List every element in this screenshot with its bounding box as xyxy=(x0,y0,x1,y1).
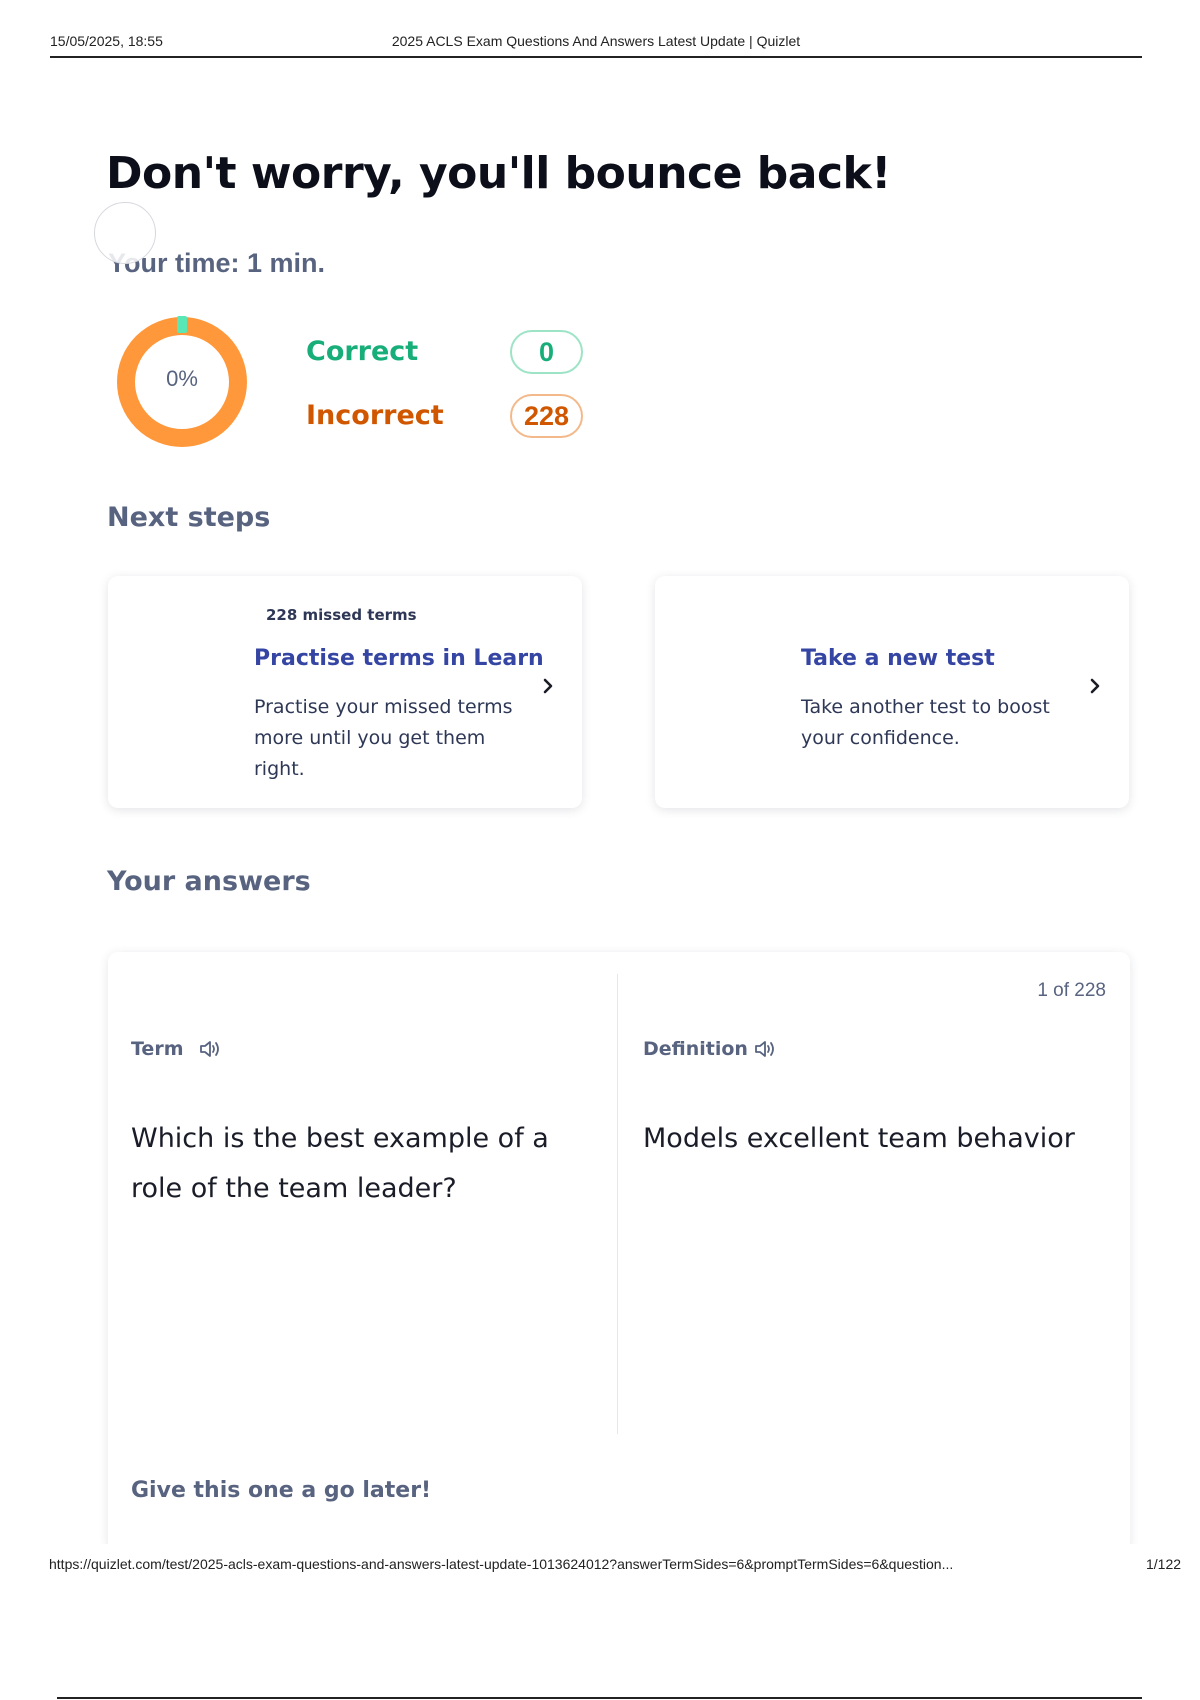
missed-terms-count: 228 missed terms xyxy=(266,606,417,624)
term-text: Which is the best example of a role of t… xyxy=(131,1123,549,1204)
page-title: Don't worry, you'll bounce back! xyxy=(106,148,891,199)
audio-icon[interactable] xyxy=(753,1038,777,1060)
correct-label: Correct xyxy=(306,336,419,367)
donut-correct-marker xyxy=(177,316,187,333)
card-divider xyxy=(617,974,618,1434)
incorrect-label: Incorrect xyxy=(306,400,444,431)
page-url: https://quizlet.com/test/2025-acls-exam-… xyxy=(49,1556,954,1572)
definition-label: Definition xyxy=(643,1038,748,1060)
audio-icon[interactable] xyxy=(198,1038,222,1060)
loading-spinner xyxy=(94,202,156,264)
print-title: 2025 ACLS Exam Questions And Answers Lat… xyxy=(391,33,801,49)
term-label: Term xyxy=(131,1038,184,1060)
practise-in-learn-title: Practise terms in Learn xyxy=(254,646,544,671)
incorrect-count-badge: 228 xyxy=(510,394,583,438)
next-steps-heading: Next steps xyxy=(107,502,271,533)
footer-rule xyxy=(57,1697,1142,1699)
page-number: 1/122 xyxy=(1146,1556,1182,1572)
print-header: 15/05/2025, 18:55 2025 ACLS Exam Questio… xyxy=(50,32,1142,58)
correct-count-badge: 0 xyxy=(510,330,583,374)
take-new-test-card[interactable]: Take a new test Take another test to boo… xyxy=(655,576,1129,808)
score-percent: 0% xyxy=(166,366,198,391)
give-later-prompt: Give this one a go later! xyxy=(131,1478,432,1503)
question-counter: 1 of 228 xyxy=(1037,980,1106,1001)
take-new-test-title: Take a new test xyxy=(801,646,995,671)
practise-in-learn-description: Practise your missed terms more until yo… xyxy=(254,696,513,780)
practise-in-learn-card[interactable]: 228 missed terms Practise terms in Learn… xyxy=(108,576,582,808)
chevron-right-icon xyxy=(543,678,553,694)
print-footer: https://quizlet.com/test/2025-acls-exam-… xyxy=(0,1544,1200,1700)
definition-text: Models excellent team behavior xyxy=(643,1123,1075,1154)
take-new-test-description: Take another test to boost your confiden… xyxy=(801,696,1050,749)
answer-card: 1 of 228 Term Which is the best example … xyxy=(108,952,1130,1554)
your-answers-heading: Your answers xyxy=(107,866,311,897)
chevron-right-icon xyxy=(1090,678,1100,694)
